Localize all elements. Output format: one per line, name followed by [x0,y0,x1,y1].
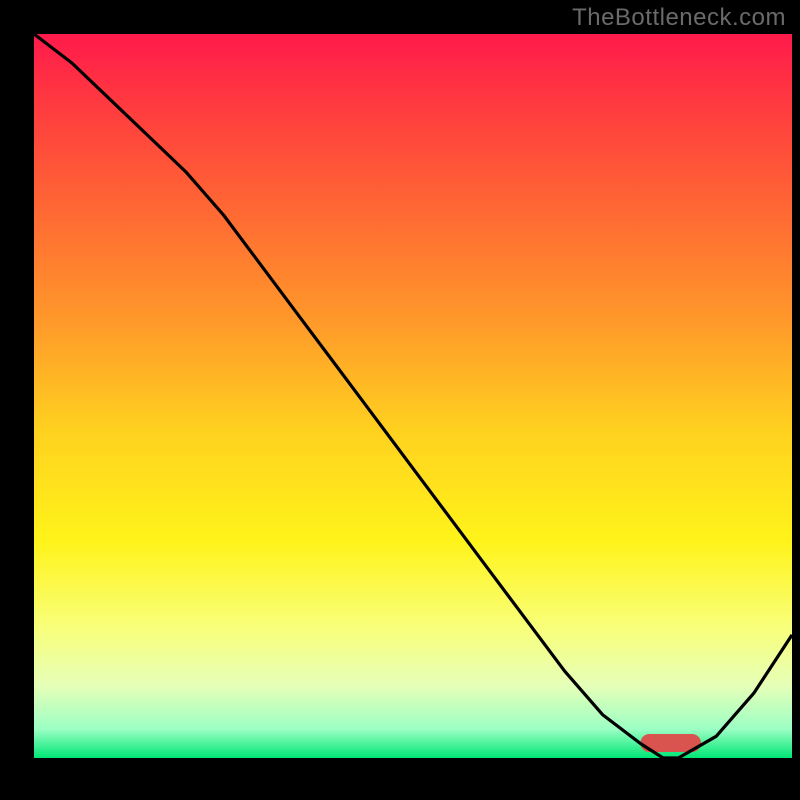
chart-svg [34,34,792,758]
chart-frame: TheBottleneck.com [0,0,800,800]
gradient-background [34,34,792,758]
watermark-text: TheBottleneck.com [572,4,786,32]
plot-area [34,34,792,758]
